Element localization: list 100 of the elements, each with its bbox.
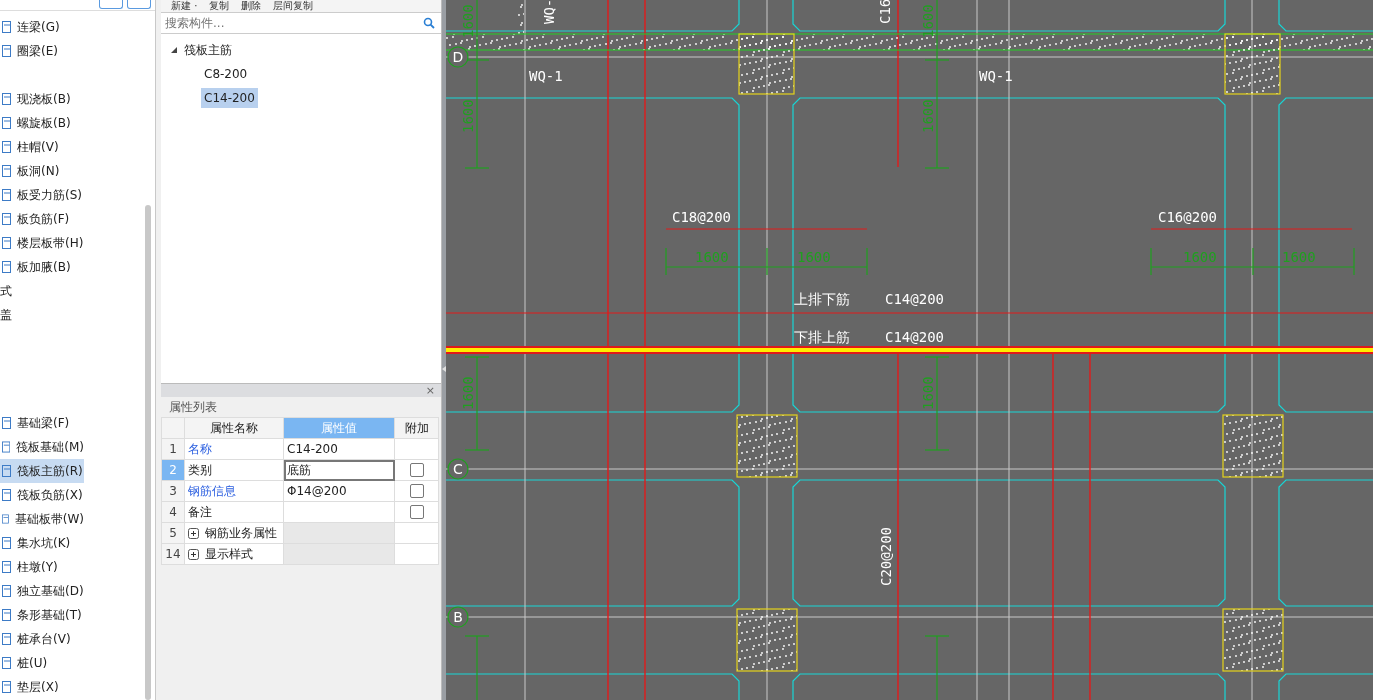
sidebar-item[interactable]: 筏板负筋(X)	[0, 483, 84, 507]
dimension-text: 1600	[1183, 249, 1217, 265]
component-icon	[2, 237, 11, 249]
annotation-text: C16	[877, 0, 893, 24]
expand-icon[interactable]	[188, 527, 199, 539]
axis-bubble: D	[447, 46, 469, 68]
tree-node[interactable]: 筏板主筋	[184, 41, 232, 59]
expand-icon[interactable]	[188, 548, 199, 560]
sidebar-item[interactable]: 柱墩(Y)	[0, 555, 84, 579]
annotation-text: C14@200	[885, 291, 944, 307]
sidebar-item[interactable]: 柱帽(V)	[0, 135, 84, 159]
toolbar-button[interactable]: 层间复制	[271, 0, 316, 12]
sidebar-item[interactable]: 集水坑(K)	[0, 531, 84, 555]
column-drawing	[1222, 414, 1284, 478]
sidebar-item[interactable]: 板洞(N)	[0, 159, 84, 183]
sidebar-item[interactable]: 板负筋(F)	[0, 207, 84, 231]
sidebar-item[interactable]: 现浇板(B)	[0, 87, 84, 111]
property-name: 钢筋业务属性	[205, 525, 277, 540]
scrollbar-thumb[interactable]	[145, 205, 151, 700]
sidebar-item[interactable]: 板加腋(B)	[0, 255, 84, 279]
search-field[interactable]: 搜索构件...	[163, 15, 423, 31]
component-icon	[2, 93, 11, 105]
tree-node[interactable]: C8-200	[201, 64, 251, 84]
dimension-text: 1600	[695, 249, 729, 265]
toolbar-button[interactable]: 删除	[239, 0, 264, 12]
toolbar-button[interactable]: 新建 ·	[169, 0, 200, 12]
list-view-icon[interactable]	[99, 0, 123, 9]
sidebar-item[interactable]: 筏板基础(M)	[0, 435, 84, 459]
annotation-text: C16@200	[1158, 209, 1217, 225]
component-icon	[2, 117, 11, 129]
dimension-text: 1600	[1282, 249, 1316, 265]
expand-arrow-icon[interactable]	[171, 46, 178, 54]
dimension-text: 1600	[460, 376, 476, 410]
checkbox[interactable]	[409, 484, 424, 499]
component-icon	[2, 261, 11, 273]
component-icon	[2, 189, 11, 201]
sidebar-item[interactable]: 式	[0, 279, 82, 303]
sidebar-item[interactable]: 楼层板带(H)	[0, 231, 84, 255]
checkbox[interactable]	[409, 463, 424, 478]
annotation-text: WQ-1	[979, 68, 1013, 84]
row-number: 14	[161, 543, 185, 565]
property-name: 类别	[188, 462, 212, 477]
close-button[interactable]: ×	[425, 384, 435, 397]
property-name: 名称	[188, 441, 212, 456]
property-value[interactable]: Φ14@200	[283, 480, 395, 502]
component-icon	[2, 513, 9, 525]
row-number: 3	[161, 480, 185, 502]
property-value[interactable]: C14-200	[283, 438, 395, 460]
sidebar-item[interactable]: 桩(U)	[0, 651, 84, 675]
checkbox[interactable]	[409, 505, 424, 520]
sidebar-item[interactable]: 桩承台(V)	[0, 627, 84, 651]
row-number: 5	[161, 522, 185, 544]
property-name: 钢筋信息	[188, 483, 236, 498]
column-drawing	[738, 33, 795, 95]
sidebar-item[interactable]: 基础梁(F)	[0, 411, 84, 435]
axis-bubble: B	[447, 606, 469, 628]
annotation-text: 上排下筋	[794, 291, 850, 307]
column-drawing	[1222, 608, 1284, 672]
component-icon	[2, 165, 11, 177]
axis-bubble: C	[447, 458, 469, 480]
property-name: 备注	[188, 504, 212, 519]
sidebar-item[interactable]: 圈梁(E)	[0, 39, 84, 63]
search-icon[interactable]	[423, 17, 435, 29]
annotation-text: C20@200	[878, 527, 894, 586]
component-icon	[2, 489, 11, 501]
sidebar-item[interactable]: 螺旋板(B)	[0, 111, 84, 135]
column-header: 附加	[394, 417, 439, 439]
component-icon	[2, 633, 11, 645]
annotation-text: C18@200	[672, 209, 731, 225]
dimension-text: 1600	[460, 4, 476, 38]
sidebar-item[interactable]: 垫层(X)	[0, 675, 84, 699]
annotation-text: C14@200	[885, 329, 944, 345]
component-icon	[2, 45, 11, 57]
tree-node[interactable]: C14-200	[201, 88, 258, 108]
component-icon	[2, 561, 11, 573]
component-icon	[2, 141, 11, 153]
component-icon	[2, 609, 11, 621]
toolbar-button[interactable]: 复制	[207, 0, 232, 12]
dimension-text: 1600	[460, 99, 476, 133]
sidebar-item[interactable]: 基础板带(W)	[0, 507, 84, 531]
component-icon	[2, 585, 11, 597]
detail-view-icon[interactable]	[127, 0, 151, 9]
row-number: 1	[161, 438, 185, 460]
dimension-text: 1600	[920, 376, 936, 410]
component-icon	[2, 21, 11, 33]
sidebar-item[interactable]: 连梁(G)	[0, 15, 84, 39]
component-icon	[2, 441, 11, 453]
component-icon	[2, 537, 11, 549]
sidebar-item[interactable]: 条形基础(T)	[0, 603, 84, 627]
sidebar-item[interactable]: 独立基础(D)	[0, 579, 84, 603]
sidebar-item[interactable]: 盖	[0, 303, 82, 327]
sidebar-item[interactable]: 筏板主筋(R)	[0, 459, 84, 483]
annotation-text: WQ-1	[529, 68, 563, 84]
sidebar-item[interactable]: 板受力筋(S)	[0, 183, 84, 207]
selected-rebar-line[interactable]	[446, 346, 1373, 354]
dimension-text: 1600	[920, 99, 936, 133]
property-value[interactable]: 底筋	[283, 459, 395, 481]
component-icon	[2, 681, 11, 693]
dimension-text: 1600	[920, 4, 936, 38]
component-icon	[2, 417, 11, 429]
